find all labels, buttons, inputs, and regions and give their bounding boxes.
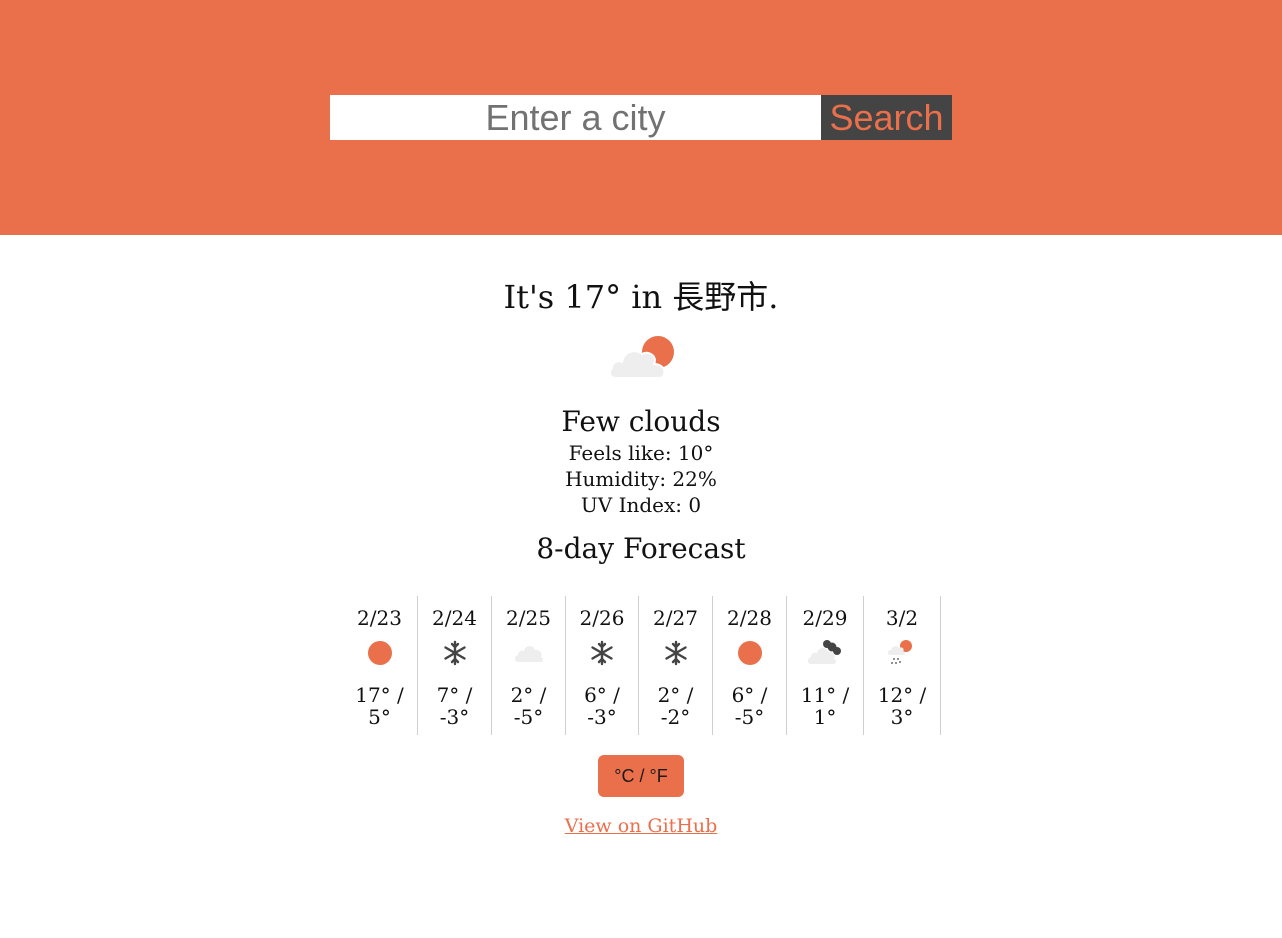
forecast-high: 6° /: [584, 683, 620, 707]
forecast-day: 3/2 12° /3°: [864, 596, 941, 735]
forecast-high: 6° /: [731, 683, 768, 707]
forecast-temp: 6° / -3°: [566, 684, 638, 728]
uv-index: UV Index: 0: [580, 493, 702, 517]
sun-icon: [367, 641, 392, 665]
current-condition: Few clouds: [561, 405, 721, 438]
forecast-day: 2/25 2° / -5°: [492, 596, 566, 735]
forecast-low: -2°: [660, 705, 691, 729]
rain-sun-icon: [887, 640, 912, 664]
forecast-temp: 2° / -2°: [639, 684, 712, 728]
unit-toggle-button[interactable]: °C / °F: [598, 755, 684, 797]
forecast-date: 2/24: [432, 606, 477, 630]
forecast-temp: 2° / -5°: [492, 684, 565, 728]
forecast-date: 2/27: [653, 606, 698, 630]
feels-like: Feels like: 10°: [568, 441, 714, 465]
forecast-high: 2° /: [510, 683, 547, 707]
cloud-icon: [514, 645, 543, 662]
forecast-title: 8-day Forecast: [536, 532, 746, 565]
forecast-temp: 7° / -3°: [418, 684, 491, 728]
forecast-day: 2/28 6° / -5°: [713, 596, 787, 735]
broken-clouds-icon: [808, 640, 841, 664]
forecast-low: 3°: [890, 705, 914, 729]
snow-icon: [591, 640, 613, 666]
forecast-temp: 17° /5°: [342, 684, 417, 728]
forecast-day: 2/27 2° / -2°: [639, 596, 713, 735]
forecast-date: 2/28: [727, 606, 772, 630]
forecast-high: 11° /: [800, 683, 850, 707]
forecast-low: -3°: [439, 705, 470, 729]
current-weather-headline: It's 17° in 長野市.: [503, 278, 779, 316]
forecast-low: -5°: [734, 705, 765, 729]
forecast-low: -3°: [587, 705, 617, 729]
forecast-temp: 11° /1°: [787, 684, 863, 728]
forecast-date: 2/29: [802, 606, 848, 630]
forecast-day: 2/24 7° / -3°: [418, 596, 492, 735]
forecast-high: 17° /: [355, 683, 404, 707]
forecast-date: 2/23: [357, 606, 402, 630]
forecast-low: -5°: [513, 705, 544, 729]
humidity: Humidity: 22%: [565, 467, 717, 491]
forecast-date: 2/25: [506, 606, 551, 630]
forecast-temp: 12° /3°: [864, 684, 940, 728]
few-clouds-day-icon: [608, 336, 674, 379]
forecast-day: 2/26 6° / -3°: [566, 596, 639, 735]
forecast-list: 2/23 17° /5° 2/24 7° / -3° 2/25 2° / -5° 2…: [342, 596, 941, 735]
forecast-temp: 6° / -5°: [713, 684, 786, 728]
forecast-low: 1°: [813, 705, 837, 729]
forecast-low: 5°: [368, 705, 391, 729]
forecast-day: 2/23 17° /5°: [342, 596, 418, 735]
forecast-date: 3/2: [885, 606, 919, 630]
snow-icon: [443, 640, 466, 666]
sun-icon: [737, 641, 762, 665]
forecast-high: 12° /: [877, 683, 927, 707]
forecast-date: 2/26: [579, 606, 625, 630]
forecast-day: 2/29 11° /1°: [787, 596, 864, 735]
snow-icon: [664, 640, 687, 666]
forecast-high: 2° /: [657, 683, 694, 707]
forecast-high: 7° /: [436, 683, 473, 707]
github-link[interactable]: View on GitHub: [0, 815, 1282, 837]
